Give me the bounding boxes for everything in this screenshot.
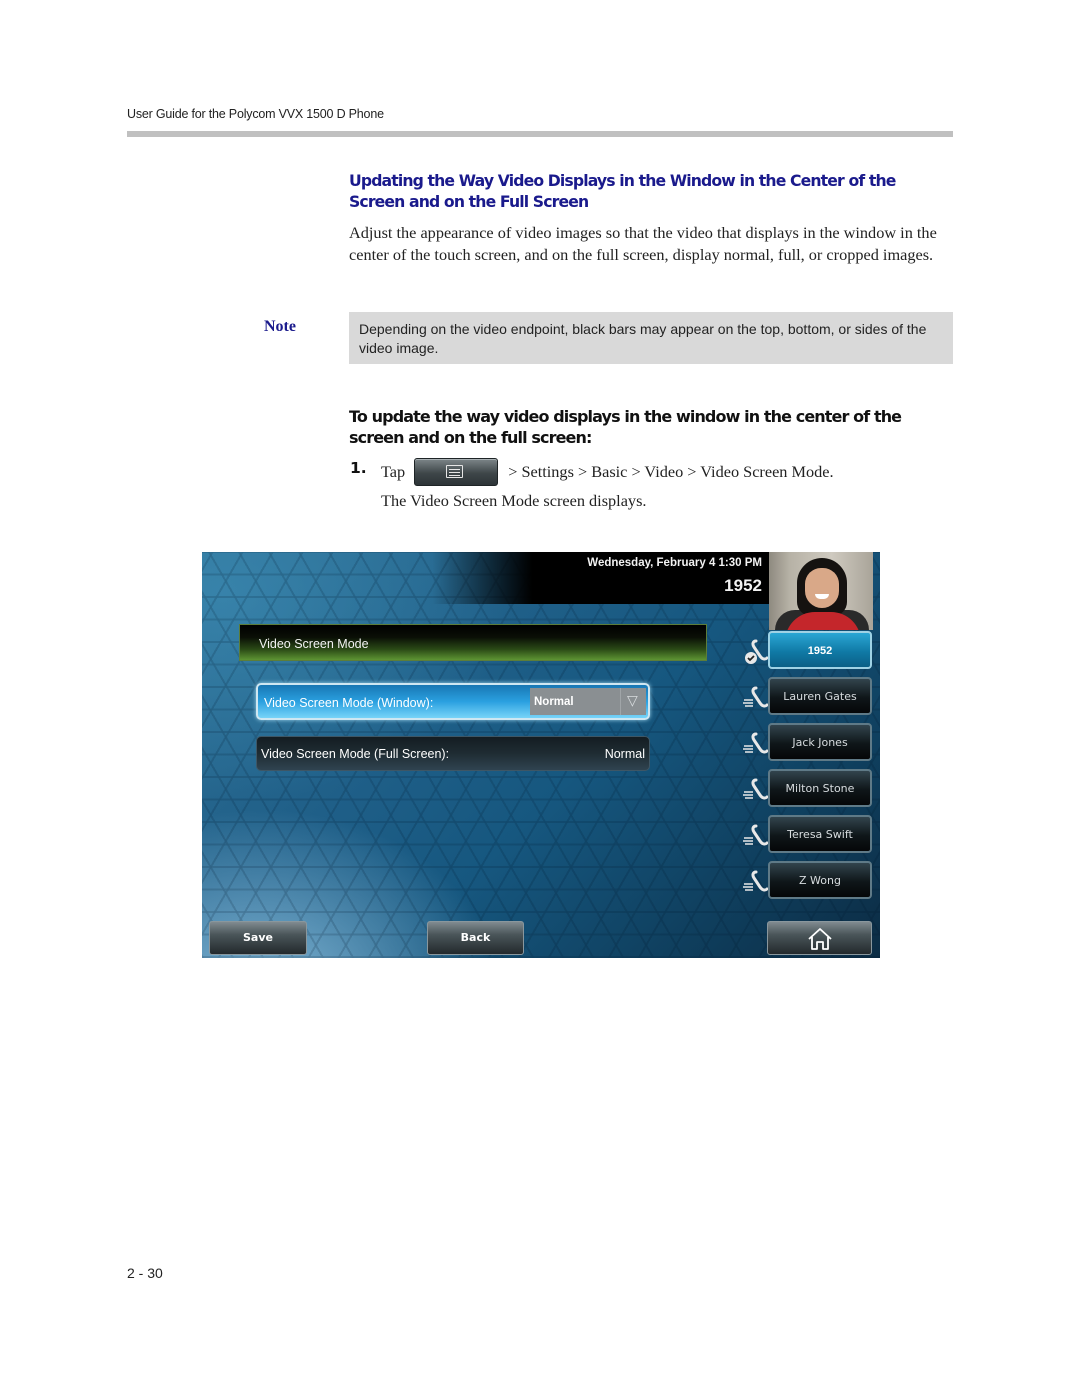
status-bar-fade — [432, 552, 532, 604]
line-key-jack-jones[interactable]: Jack Jones — [768, 723, 872, 761]
running-header: User Guide for the Polycom VVX 1500 D Ph… — [127, 107, 384, 121]
setting-row-full-screen[interactable]: Video Screen Mode (Full Screen): Normal — [256, 736, 650, 771]
phone-registered-icon — [745, 639, 769, 664]
save-button[interactable]: Save — [209, 921, 307, 955]
datetime: Wednesday, February 4 1:30 PM — [587, 557, 762, 569]
setting-row-window[interactable]: Video Screen Mode (Window): Normal — [256, 683, 650, 720]
home-icon — [807, 928, 832, 950]
setting-label: Video Screen Mode (Full Screen): — [261, 747, 450, 761]
speed-dial-phone-icon — [743, 732, 769, 754]
note-text: Depending on the video endpoint, black b… — [359, 321, 927, 356]
line-key-teresa-swift[interactable]: Teresa Swift — [768, 815, 872, 853]
section-title: Updating the Way Video Displays in the W… — [349, 171, 896, 211]
line-key-lauren-gates[interactable]: Lauren Gates — [768, 677, 872, 715]
speed-dial-phone-icon — [743, 824, 769, 846]
menu-button-image — [414, 458, 499, 486]
step-path: > Settings > Basic > Video > Video Scree… — [508, 462, 830, 481]
menu-icon — [446, 465, 464, 478]
page-number: 2 - 30 — [127, 1265, 163, 1281]
setting-label: Video Screen Mode (Window): — [264, 696, 434, 710]
step-suffix: . — [829, 462, 834, 481]
procedure-title: To update the way video displays in the … — [349, 407, 902, 447]
step-number: 1. — [350, 459, 367, 477]
screen-title-bar: Video Screen Mode — [239, 624, 707, 661]
extension-number: 1952 — [724, 576, 762, 595]
back-button[interactable]: Back — [427, 921, 524, 955]
note-box: Depending on the video endpoint, black b… — [349, 312, 953, 364]
step-instruction: Tap > Settings > Basic > Video > Video S… — [381, 458, 834, 486]
speed-dial-phone-icon — [743, 778, 769, 800]
intro-paragraph: Adjust the appearance of video images so… — [349, 223, 937, 264]
speed-dial-phone-icon — [743, 686, 769, 708]
note-label: Note — [264, 318, 296, 335]
line-key-milton-stone[interactable]: Milton Stone — [768, 769, 872, 807]
window-mode-dropdown[interactable]: Normal — [530, 688, 646, 715]
line-key-1952[interactable]: 1952 — [768, 631, 872, 669]
speed-dial-phone-icon — [743, 870, 769, 892]
step-result: The Video Screen Mode screen displays. — [381, 491, 647, 510]
home-button[interactable] — [767, 921, 872, 955]
dropdown-arrow-icon[interactable] — [620, 688, 646, 715]
screen-title: Video Screen Mode — [259, 637, 369, 651]
video-preview — [769, 552, 873, 630]
setting-value: Normal — [604, 747, 645, 761]
line-key-z-wong[interactable]: Z Wong — [768, 861, 872, 899]
dropdown-value: Normal — [534, 696, 574, 708]
video-face — [805, 568, 839, 608]
phone-screenshot: Wednesday, February 4 1:30 PM 1952 Video… — [202, 552, 880, 958]
step-prefix: Tap — [381, 462, 406, 481]
header-rule — [127, 131, 953, 137]
